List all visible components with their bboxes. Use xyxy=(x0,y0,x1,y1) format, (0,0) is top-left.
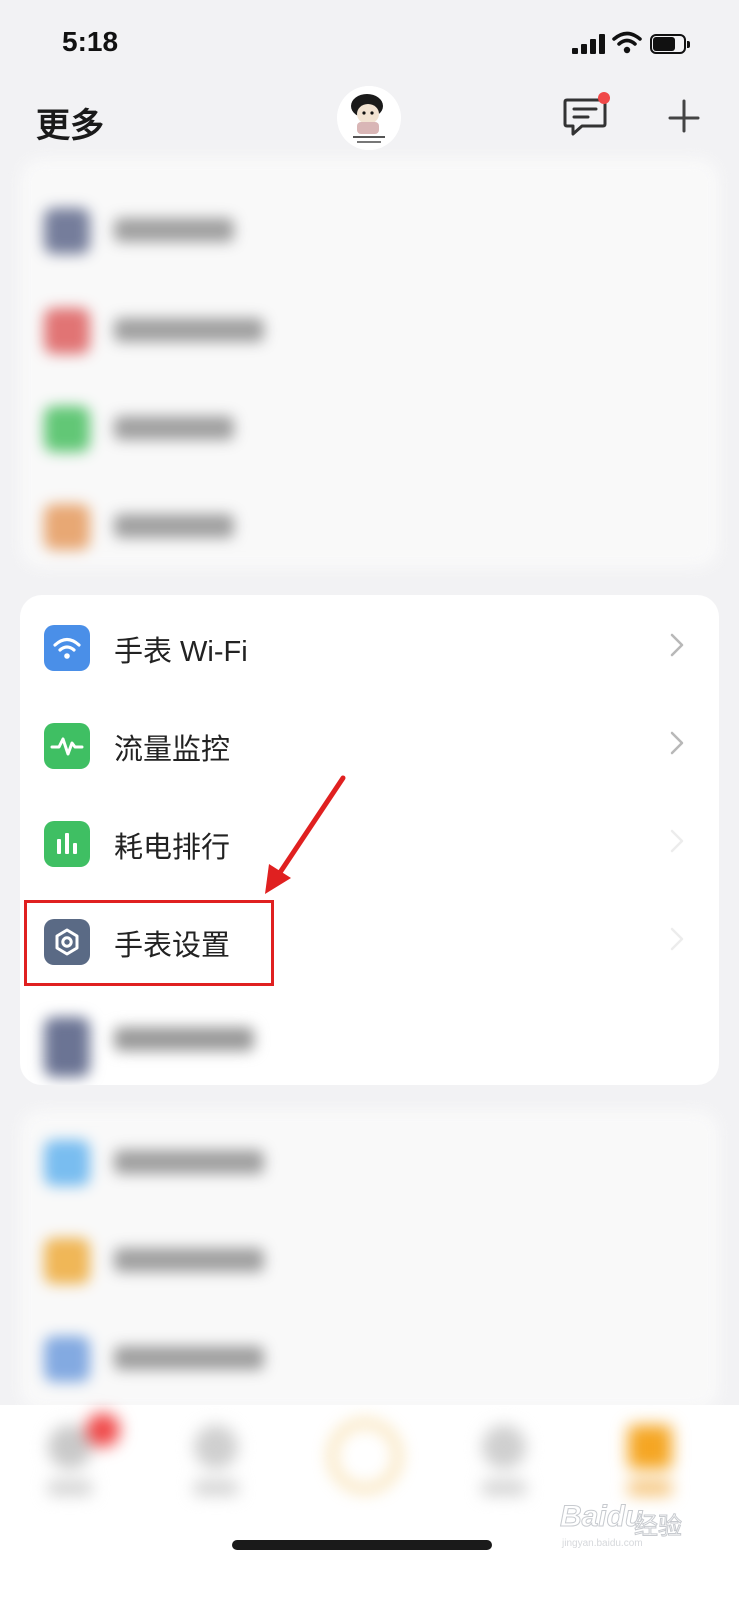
list-item-blurred[interactable] xyxy=(20,987,719,1085)
tab-badge xyxy=(86,1413,120,1447)
arrow-annotation-icon xyxy=(265,775,346,894)
highlight-box xyxy=(24,900,274,986)
pulse-icon xyxy=(44,723,90,769)
bar-chart-icon xyxy=(44,821,90,867)
list-item[interactable] xyxy=(20,474,719,568)
list-item-label: 手表 Wi-Fi xyxy=(114,636,248,668)
list-item[interactable] xyxy=(20,1306,719,1406)
wifi-signal-icon xyxy=(612,31,642,54)
list-item-power-ranking[interactable]: 耗电排行 xyxy=(20,791,719,891)
plus-icon[interactable] xyxy=(666,98,702,134)
avatar[interactable] xyxy=(337,86,401,150)
tab-call[interactable] xyxy=(330,1421,400,1491)
notification-badge xyxy=(598,92,610,104)
page-title: 更多 xyxy=(36,107,104,145)
avatar-image xyxy=(337,86,401,150)
list-item-label: 流量监控 xyxy=(114,734,231,766)
status-bar: 5:18 xyxy=(0,0,739,80)
home-indicator xyxy=(232,1540,492,1550)
chevron-right-icon xyxy=(670,927,684,951)
list-item-watch-wifi[interactable]: 手表 Wi-Fi xyxy=(20,595,719,695)
blurred-card-top xyxy=(20,158,719,568)
list-item-traffic-monitor[interactable]: 流量监控 xyxy=(20,693,719,793)
list-item[interactable] xyxy=(20,1208,719,1308)
chevron-right-icon xyxy=(670,829,684,853)
watermark-text: 经验 xyxy=(634,1513,683,1541)
tab-more[interactable] xyxy=(628,1425,672,1469)
list-item[interactable] xyxy=(20,1110,719,1210)
list-item[interactable] xyxy=(20,178,719,278)
blurred-card-bottom xyxy=(20,1110,719,1410)
wifi-icon xyxy=(44,625,90,671)
chevron-right-icon xyxy=(670,633,684,657)
watermark-brand: Baidu xyxy=(559,1500,644,1534)
battery-icon xyxy=(650,34,690,54)
tab-chat[interactable] xyxy=(194,1425,238,1469)
list-item[interactable] xyxy=(20,376,719,476)
status-time: 5:18 xyxy=(62,26,119,57)
watermark-url: jingyan.baidu.com xyxy=(562,1538,643,1549)
chevron-right-icon xyxy=(670,731,684,755)
baidu-watermark-logo: Baidu 经验 jingyan.baidu.com xyxy=(559,1500,690,1554)
cellular-signal-icon xyxy=(572,34,606,54)
list-item-label: 耗电排行 xyxy=(114,832,231,864)
header: 更多 xyxy=(0,80,739,152)
tab-discover[interactable] xyxy=(482,1425,526,1469)
list-item[interactable] xyxy=(20,278,719,378)
settings-card: 手表 Wi-Fi 流量监控 耗电排行 手表设置 xyxy=(20,595,719,1085)
